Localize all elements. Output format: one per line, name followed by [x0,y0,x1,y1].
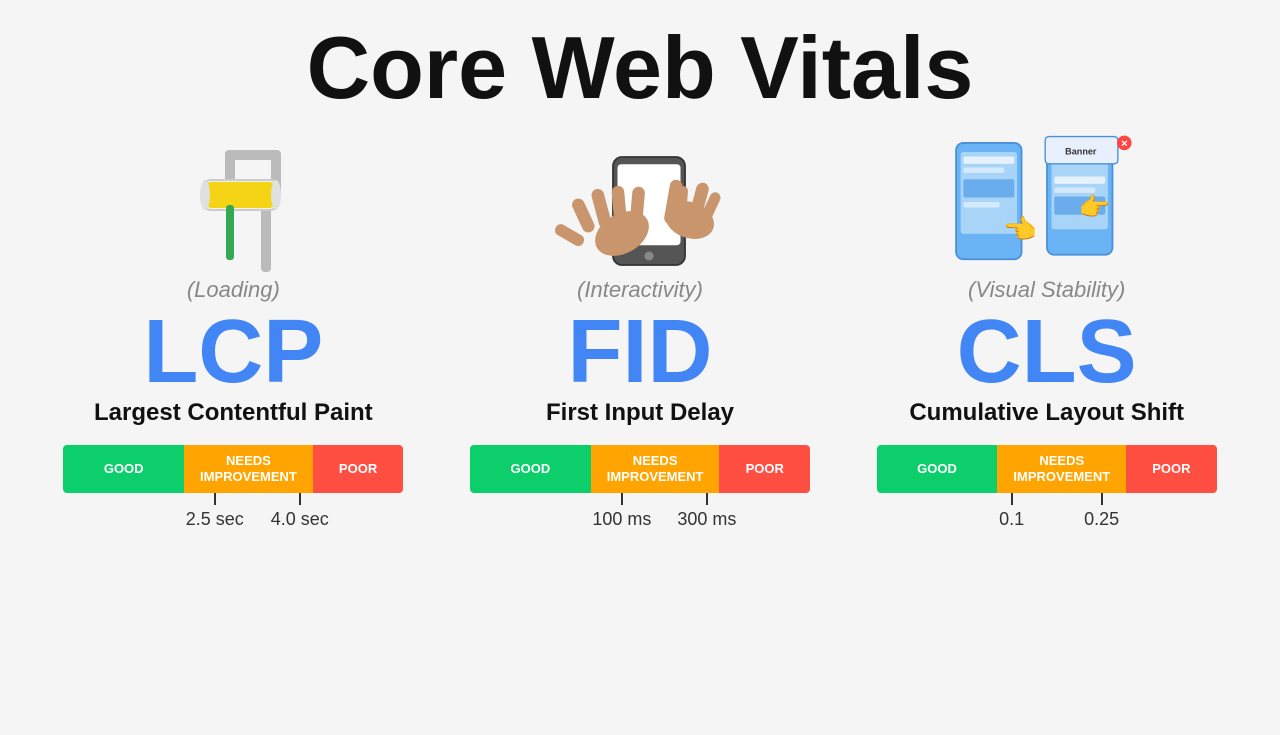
fid-name: First Input Delay [546,399,734,427]
cls-card: Banner ✕ 👈 👉 (Visual Stability) CLS Cumu… [853,127,1240,533]
fid-needs: NEEDSIMPROVEMENT [591,445,720,493]
lcp-icon [153,127,313,277]
fid-scale: GOOD NEEDSIMPROVEMENT POOR 100 ms 300 ms [470,445,810,533]
fid-marker-2: 300 ms [677,493,736,530]
cls-poor: POOR [1126,445,1217,493]
cls-needs: NEEDSIMPROVEMENT [997,445,1126,493]
fid-poor: POOR [719,445,810,493]
fid-card: (Interactivity) FID First Input Delay GO… [447,127,834,533]
lcp-good: GOOD [63,445,184,493]
fid-acronym: FID [568,307,713,397]
cls-scale: GOOD NEEDSIMPROVEMENT POOR 0.1 0.25 [877,445,1217,533]
svg-text:Banner: Banner [1065,147,1097,157]
cls-marker-2: 0.25 [1084,493,1119,530]
fid-scale-bar: GOOD NEEDSIMPROVEMENT POOR [470,445,810,493]
fid-marker-1: 100 ms [592,493,651,530]
fid-icon [550,127,730,277]
cls-icon: Banner ✕ 👈 👉 [947,127,1147,277]
lcp-needs: NEEDSIMPROVEMENT [184,445,313,493]
lcp-poor: POOR [313,445,404,493]
lcp-scale-bar: GOOD NEEDSIMPROVEMENT POOR [63,445,403,493]
lcp-name: Largest Contentful Paint [94,399,373,427]
cls-name: Cumulative Layout Shift [909,399,1184,427]
svg-text:✕: ✕ [1120,138,1128,148]
lcp-category: (Loading) [187,277,280,303]
vitals-grid: (Loading) LCP Largest Contentful Paint G… [40,127,1240,705]
cls-acronym: CLS [957,307,1137,397]
fid-category: (Interactivity) [577,277,703,303]
cls-good: GOOD [877,445,998,493]
cls-scale-bar: GOOD NEEDSIMPROVEMENT POOR [877,445,1217,493]
lcp-acronym: LCP [143,307,323,397]
lcp-marker-2: 4.0 sec [271,493,329,530]
lcp-scale: GOOD NEEDSIMPROVEMENT POOR 2.5 sec 4.0 s… [63,445,403,533]
page-title: Core Web Vitals [307,20,974,117]
svg-text:👉: 👉 [1078,192,1110,221]
lcp-card: (Loading) LCP Largest Contentful Paint G… [40,127,427,533]
svg-text:👈: 👈 [1003,213,1037,244]
cls-marker-1: 0.1 [999,493,1024,530]
cls-category: (Visual Stability) [968,277,1125,303]
lcp-marker-1: 2.5 sec [186,493,244,530]
fid-good: GOOD [470,445,591,493]
